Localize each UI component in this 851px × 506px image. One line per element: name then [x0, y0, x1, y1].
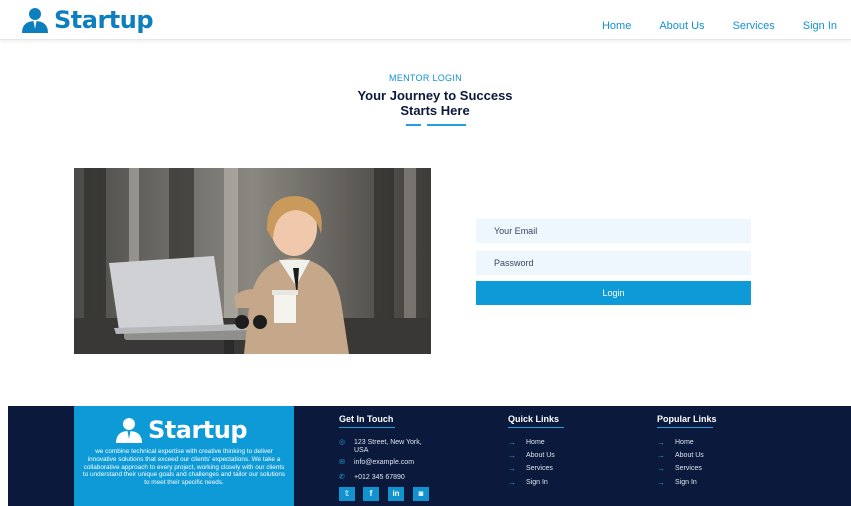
quick-link-home[interactable]: → Home [508, 438, 545, 447]
arrow-right-icon: → [657, 438, 665, 447]
contact-phone: ✆ +012 345 67890 [339, 474, 405, 482]
footer-brand-panel: Startup we combine technical expertise w… [74, 406, 294, 506]
popular-link-home[interactable]: → Home [657, 438, 694, 447]
quick-link-about-us[interactable]: → About Us [508, 451, 555, 460]
twitter-icon[interactable]: 𝕥 [339, 487, 355, 501]
instagram-icon[interactable]: ◙ [413, 487, 429, 501]
footer-logo[interactable]: Startup [114, 416, 248, 444]
get-in-touch-title: Get In Touch [339, 414, 394, 424]
main-nav: Home About Us Services Sign In [602, 20, 837, 32]
get-in-touch-divider [339, 427, 395, 428]
title-line-1: Your Journey to Success [357, 88, 513, 103]
quick-links-title: Quick Links [508, 414, 560, 424]
title-divider [406, 123, 466, 127]
phone-text: +012 345 67890 [354, 474, 405, 481]
nav-sign-in[interactable]: Sign In [803, 20, 837, 32]
arrow-right-icon: → [657, 451, 665, 460]
password-field[interactable] [476, 251, 751, 275]
email-text[interactable]: info@example.com [354, 459, 414, 467]
user-icon [22, 8, 48, 33]
envelope-icon: ✉ [339, 459, 345, 466]
page-title: Your Journey to Success Starts Here [340, 88, 530, 118]
address-line-1: 123 Street, New York, [354, 439, 422, 446]
nav-about-us[interactable]: About Us [659, 20, 704, 32]
arrow-right-icon: → [657, 464, 665, 473]
popular-link-sign-in[interactable]: → Sign In [657, 478, 697, 487]
footer-brand-name: Startup [148, 416, 248, 444]
popular-link-about-us[interactable]: → About Us [657, 451, 704, 460]
footer: Startup we combine technical expertise w… [8, 406, 851, 506]
nav-services[interactable]: Services [733, 20, 775, 32]
contact-address: ◎ 123 Street, New York, USA [339, 439, 422, 455]
quick-link-services[interactable]: → Services [508, 464, 553, 473]
contact-email: ✉ info@example.com [339, 459, 414, 467]
arrow-right-icon: → [657, 478, 665, 487]
arrow-right-icon: → [508, 438, 516, 447]
title-line-2: Starts Here [400, 103, 470, 118]
popular-link-services[interactable]: → Services [657, 464, 702, 473]
user-icon [116, 418, 142, 443]
arrow-right-icon: → [508, 478, 516, 487]
mentor-photo [74, 168, 431, 354]
phone-icon: ✆ [339, 474, 345, 481]
address-line-2: USA [354, 447, 369, 454]
brand-name: Startup [54, 6, 154, 34]
quick-link-sign-in[interactable]: → Sign In [508, 478, 548, 487]
nav-home[interactable]: Home [602, 20, 631, 32]
popular-links-title: Popular Links [657, 414, 717, 424]
popular-links-divider [657, 427, 713, 428]
footer-description: we combine technical expertise with crea… [82, 448, 286, 487]
quick-links-divider [508, 427, 564, 428]
location-icon: ◎ [339, 439, 346, 446]
arrow-right-icon: → [508, 451, 516, 460]
arrow-right-icon: → [508, 464, 516, 473]
linkedin-icon[interactable]: in [388, 487, 404, 501]
brand-logo[interactable]: Startup [20, 6, 154, 34]
email-field[interactable] [476, 219, 751, 243]
top-navbar: Startup Home About Us Services Sign In [0, 0, 851, 40]
login-button[interactable]: Login [476, 281, 751, 305]
facebook-icon[interactable]: f [363, 487, 379, 501]
section-eyebrow: MENTOR LOGIN [389, 73, 462, 83]
